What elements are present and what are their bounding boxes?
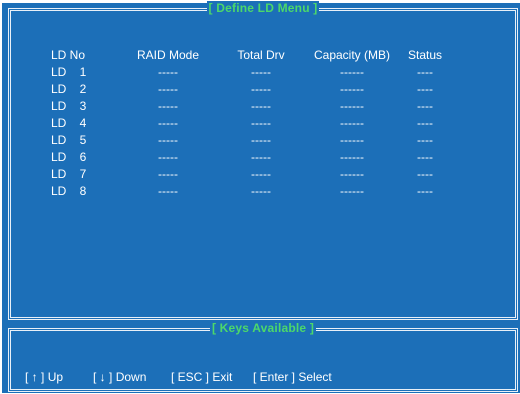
ld-row-prefix: LD — [51, 99, 67, 113]
ld-row-capacity: ------ — [340, 99, 364, 113]
ld-row-number: 3 — [79, 99, 87, 113]
ld-row-total-drv: ----- — [251, 65, 271, 79]
key-enter-label: Select — [298, 370, 332, 384]
ld-row-status: ---- — [417, 116, 433, 130]
key-esc-label: Exit — [212, 370, 233, 384]
ld-row-raid-mode: ----- — [158, 65, 178, 79]
define-ld-title-bar: [ Define LD Menu ] — [11, 1, 515, 15]
ld-row-capacity: ------ — [340, 116, 364, 130]
ld-row-number: 2 — [79, 82, 87, 96]
ld-row-total-drv: ----- — [251, 116, 271, 130]
keys-available-title: [ Keys Available ] — [209, 321, 317, 335]
ld-row-status: ---- — [417, 150, 433, 164]
header-total-drv: Total Drv — [237, 48, 285, 62]
key-down-label: Down — [115, 370, 147, 384]
ld-row-number: 6 — [79, 150, 87, 164]
ld-row-raid-mode: ----- — [158, 116, 178, 130]
ld-row-total-drv: ----- — [251, 99, 271, 113]
keys-available-panel: [ Keys Available ] [ ↑ ] Up [ ↓ ] Down [… — [8, 321, 518, 392]
key-enter-key: [ Enter ] — [253, 370, 296, 384]
ld-row-capacity: ------ — [340, 82, 364, 96]
bios-screen: [ Define LD Menu ] LD No RAID Mode Total… — [2, 1, 520, 393]
ld-row-total-drv: ----- — [251, 184, 271, 198]
ld-row-status: ---- — [417, 82, 433, 96]
ld-row-prefix: LD — [51, 167, 67, 181]
key-up-label: Up — [47, 370, 64, 384]
arrow-down-icon: [ ↓ ] — [93, 370, 113, 384]
ld-row-capacity: ------ — [340, 133, 364, 147]
header-raid-mode: RAID Mode — [136, 48, 200, 62]
ld-row-capacity: ------ — [340, 150, 364, 164]
ld-row-status: ---- — [417, 65, 433, 79]
header-capacity: Capacity (MB) — [313, 48, 390, 62]
key-up: [ ↑ ] Up — [25, 369, 63, 385]
ld-row-capacity: ------ — [340, 167, 364, 181]
ld-row-raid-mode: ----- — [158, 150, 178, 164]
ld-row-total-drv: ----- — [251, 167, 271, 181]
ld-row-raid-mode: ----- — [158, 82, 178, 96]
ld-row-raid-mode: ----- — [158, 184, 178, 198]
arrow-up-icon: [ ↑ ] — [25, 370, 45, 384]
ld-row-raid-mode: ----- — [158, 99, 178, 113]
ld-row-total-drv: ----- — [251, 82, 271, 96]
ld-row-total-drv: ----- — [251, 133, 271, 147]
ld-row-status: ---- — [417, 99, 433, 113]
ld-row-number: 1 — [79, 65, 87, 79]
ld-row-number: 7 — [79, 167, 87, 181]
key-esc-key: [ ESC ] — [171, 370, 210, 384]
ld-row-capacity: ------ — [340, 65, 364, 79]
ld-row-prefix: LD — [51, 184, 67, 198]
ld-row-prefix: LD — [51, 82, 67, 96]
ld-row-prefix: LD — [51, 116, 67, 130]
ld-row-raid-mode: ----- — [158, 133, 178, 147]
ld-row-capacity: ------ — [340, 184, 364, 198]
key-enter: [ Enter ] Select — [253, 369, 332, 385]
ld-row-status: ---- — [417, 167, 433, 181]
define-ld-panel: [ Define LD Menu ] LD No RAID Mode Total… — [8, 1, 518, 320]
header-ld-no: LD No — [51, 48, 86, 62]
keys-title-bar: [ Keys Available ] — [11, 321, 515, 335]
ld-row-status: ---- — [417, 184, 433, 198]
key-down: [ ↓ ] Down — [93, 369, 146, 385]
key-esc: [ ESC ] Exit — [171, 369, 232, 385]
ld-row-prefix: LD — [51, 150, 67, 164]
ld-row-number: 8 — [79, 184, 87, 198]
ld-row-raid-mode: ----- — [158, 167, 178, 181]
ld-row-total-drv: ----- — [251, 150, 271, 164]
ld-row-number: 4 — [79, 116, 87, 130]
ld-row-number: 5 — [79, 133, 87, 147]
define-ld-title: [ Define LD Menu ] — [206, 1, 320, 15]
ld-row-prefix: LD — [51, 65, 67, 79]
ld-row-status: ---- — [417, 133, 433, 147]
ld-row-prefix: LD — [51, 133, 67, 147]
header-status: Status — [407, 48, 443, 62]
